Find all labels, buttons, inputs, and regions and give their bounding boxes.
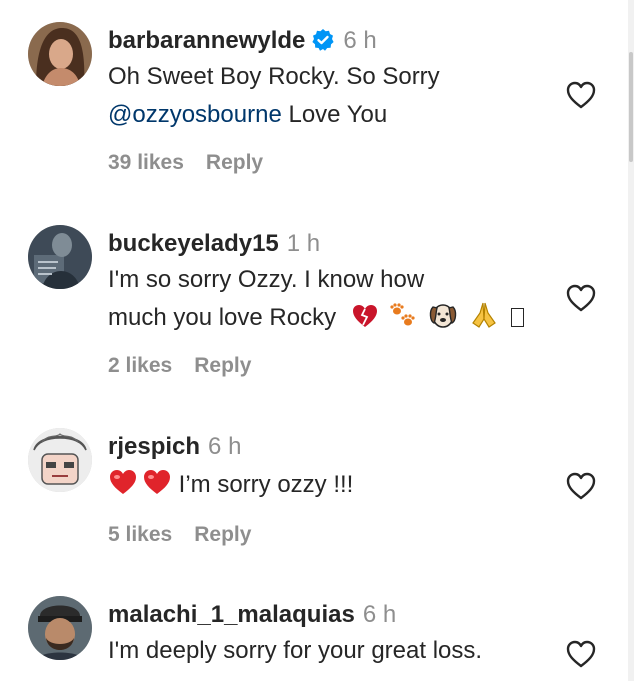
username[interactable]: rjespich	[108, 433, 200, 460]
timestamp[interactable]: 1 h	[287, 230, 320, 257]
likes-count[interactable]: 5 likes	[108, 523, 172, 546]
comment-text-line: I'm so sorry Ozzy. I know how	[108, 266, 425, 293]
like-heart-icon[interactable]	[565, 80, 597, 110]
comment-text: I'm deeply sorry for your great loss.	[108, 632, 568, 670]
avatar[interactable]	[28, 428, 92, 492]
broken-heart-icon	[351, 303, 379, 341]
reply-button[interactable]: Reply	[194, 523, 251, 546]
paw-prints-icon	[389, 303, 417, 341]
username[interactable]: buckeyelady15	[108, 230, 279, 257]
scrollbar-track[interactable]	[628, 0, 634, 681]
comment-text-fragment: Love You	[281, 101, 388, 128]
comment-text: I’m sorry ozzy !!!	[108, 466, 568, 508]
avatar[interactable]	[28, 596, 92, 660]
dog-face-icon	[428, 301, 458, 341]
missing-glyph-box	[511, 308, 525, 327]
comment-header: rjespich 6 h	[108, 432, 241, 462]
comment-meta: 5 likes Reply	[108, 523, 251, 547]
verified-badge-icon	[311, 28, 335, 60]
comment-header: barbarannewylde 6 h	[108, 26, 377, 60]
folded-hands-icon	[469, 301, 499, 341]
likes-count[interactable]: 2 likes	[108, 354, 172, 377]
comment-meta: 39 likes Reply	[108, 151, 263, 175]
red-heart-icon	[142, 468, 172, 508]
comment-meta: 2 likes Reply	[108, 354, 251, 378]
comment-text: Oh Sweet Boy Rocky. So Sorry @ozzyosbour…	[108, 58, 568, 134]
mention-link[interactable]: @ozzyosbourne	[108, 101, 282, 128]
avatar[interactable]	[28, 225, 92, 289]
comment-text-fragment: I’m sorry ozzy !!!	[172, 471, 354, 498]
comment-header: buckeyelady15 1 h	[108, 229, 320, 259]
comment-text: I'm so sorry Ozzy. I know how much you l…	[108, 261, 568, 341]
timestamp[interactable]: 6 h	[208, 433, 241, 460]
timestamp[interactable]: 6 h	[363, 601, 396, 628]
comment-text-line: much you love Rocky	[108, 299, 568, 341]
username[interactable]: malachi_1_malaquias	[108, 601, 355, 628]
username[interactable]: barbarannewylde	[108, 27, 305, 54]
reply-button[interactable]: Reply	[206, 151, 263, 174]
avatar[interactable]	[28, 22, 92, 86]
like-heart-icon[interactable]	[565, 639, 597, 669]
comment-text-line: @ozzyosbourne Love You	[108, 96, 568, 134]
like-heart-icon[interactable]	[565, 283, 597, 313]
comment-text-line: Oh Sweet Boy Rocky. So Sorry	[108, 63, 440, 90]
likes-count[interactable]: 39 likes	[108, 151, 184, 174]
reply-button[interactable]: Reply	[194, 354, 251, 377]
comment-text-fragment: I'm deeply sorry for your great loss.	[108, 637, 483, 664]
red-heart-icon	[108, 468, 138, 508]
like-heart-icon[interactable]	[565, 471, 597, 501]
scrollbar-thumb[interactable]	[629, 52, 633, 162]
comment-header: malachi_1_malaquias 6 h	[108, 600, 396, 630]
comment-text-fragment: much you love Rocky	[108, 304, 337, 331]
timestamp[interactable]: 6 h	[343, 27, 376, 54]
